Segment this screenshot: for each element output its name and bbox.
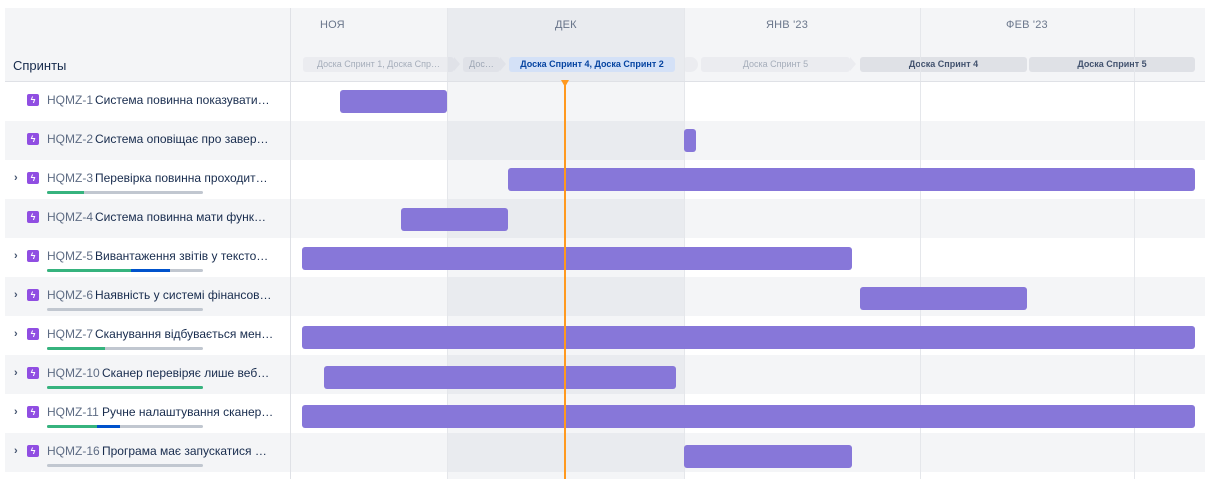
issue-title[interactable]: Система оповіщає про завер…: [95, 132, 269, 146]
panel-divider[interactable]: [290, 8, 291, 479]
chevron-right-icon[interactable]: ›: [14, 367, 24, 379]
chevron-right-icon[interactable]: ›: [14, 289, 24, 301]
progress-bar: [47, 269, 203, 272]
chevron-right-icon[interactable]: ›: [14, 250, 24, 262]
epic-lightning-icon: ϟ: [27, 289, 39, 301]
epic-lightning-icon: ϟ: [27, 367, 39, 379]
sprint-chip[interactable]: Доска Спринт 5: [1029, 57, 1195, 72]
today-marker-icon: [561, 80, 569, 87]
roadmap-timeline: Спринты НОЯ ДЕК ЯНВ '23 ФЕВ '23 Доска Сп…: [0, 0, 1210, 479]
chevron-right-icon[interactable]: ›: [14, 328, 24, 340]
today-line: [564, 82, 566, 479]
schedule-bar[interactable]: [340, 90, 447, 113]
sprint-chip[interactable]: Доска Спринт 1, Доска Спр…: [303, 57, 454, 72]
progress-bar: [47, 464, 203, 467]
sprint-arrow-icon: [850, 57, 856, 71]
issue-key[interactable]: HQMZ-6: [47, 288, 93, 302]
month-label: ФЕВ '23: [1006, 19, 1048, 31]
issue-key[interactable]: HQMZ-1: [47, 93, 93, 107]
issue-title[interactable]: Система повинна мати функ…: [95, 210, 266, 224]
progress-bar: [47, 308, 203, 311]
schedule-bar[interactable]: [302, 326, 1195, 349]
issue-title[interactable]: Програма має запускатися …: [102, 444, 267, 458]
epic-lightning-icon: ϟ: [27, 250, 39, 262]
header-corner: [5, 8, 290, 46]
epic-lightning-icon: ϟ: [27, 94, 39, 106]
chevron-right-icon[interactable]: ›: [14, 406, 24, 418]
sprints-label: Спринты: [13, 58, 67, 73]
chevron-right-icon[interactable]: ›: [14, 172, 24, 184]
months-header: НОЯ ДЕК ЯНВ '23 ФЕВ '23: [291, 8, 1205, 46]
issue-title[interactable]: Сканер перевіряє лише веб…: [102, 366, 269, 380]
sprint-chip[interactable]: Доска Спринт 4: [860, 57, 1027, 72]
epic-lightning-icon: ϟ: [27, 328, 39, 340]
schedule-bar[interactable]: [508, 168, 1195, 191]
issue-key[interactable]: HQMZ-7: [47, 327, 93, 341]
header-divider: [5, 81, 1205, 82]
issue-title[interactable]: Вивантаження звітів у тексто…: [95, 249, 268, 263]
progress-done: [47, 347, 105, 350]
issue-title[interactable]: Перевірка повинна проходит…: [95, 171, 268, 185]
issue-key[interactable]: HQMZ-4: [47, 210, 93, 224]
schedule-bar[interactable]: [684, 445, 852, 468]
epic-lightning-icon: ϟ: [27, 133, 39, 145]
schedule-bar[interactable]: [324, 366, 676, 389]
schedule-bar[interactable]: [302, 247, 852, 270]
progress-bar: [47, 386, 203, 389]
issue-key[interactable]: HQMZ-10: [47, 366, 100, 380]
issue-key[interactable]: HQMZ-16: [47, 444, 100, 458]
progress-done: [47, 191, 85, 194]
issue-title[interactable]: Ручне налаштування сканер…: [102, 405, 273, 419]
schedule-bar[interactable]: [860, 287, 1027, 310]
chevron-right-icon[interactable]: ›: [14, 445, 24, 457]
progress-bar: [47, 191, 203, 194]
schedule-bar[interactable]: [302, 405, 1195, 428]
issue-key[interactable]: HQMZ-2: [47, 132, 93, 146]
progress-done: [47, 269, 132, 272]
epic-lightning-icon: ϟ: [27, 172, 39, 184]
month-label: НОЯ: [320, 19, 345, 31]
progress-done: [47, 386, 203, 389]
progress-in-progress: [96, 425, 121, 428]
issue-key[interactable]: HQMZ-5: [47, 249, 93, 263]
progress-done: [47, 425, 97, 428]
month-label: ЯНВ '23: [766, 19, 809, 31]
issue-key[interactable]: HQMZ-3: [47, 171, 93, 185]
progress-in-progress: [131, 269, 171, 272]
progress-bar: [47, 425, 203, 428]
issue-title[interactable]: Система повинна показувати…: [95, 93, 270, 107]
issue-title[interactable]: Сканування відбувається мен…: [95, 327, 273, 341]
issue-key[interactable]: HQMZ-11: [47, 405, 99, 419]
sprint-chip[interactable]: Доска Спринт 5: [701, 57, 850, 72]
schedule-bar[interactable]: [401, 208, 508, 231]
issue-title[interactable]: Наявність у системі фінансов…: [95, 288, 272, 302]
progress-bar: [47, 347, 203, 350]
schedule-bar[interactable]: [684, 129, 696, 152]
epic-lightning-icon: ϟ: [27, 445, 39, 457]
epic-lightning-icon: ϟ: [27, 211, 39, 223]
epic-lightning-icon: ϟ: [27, 406, 39, 418]
